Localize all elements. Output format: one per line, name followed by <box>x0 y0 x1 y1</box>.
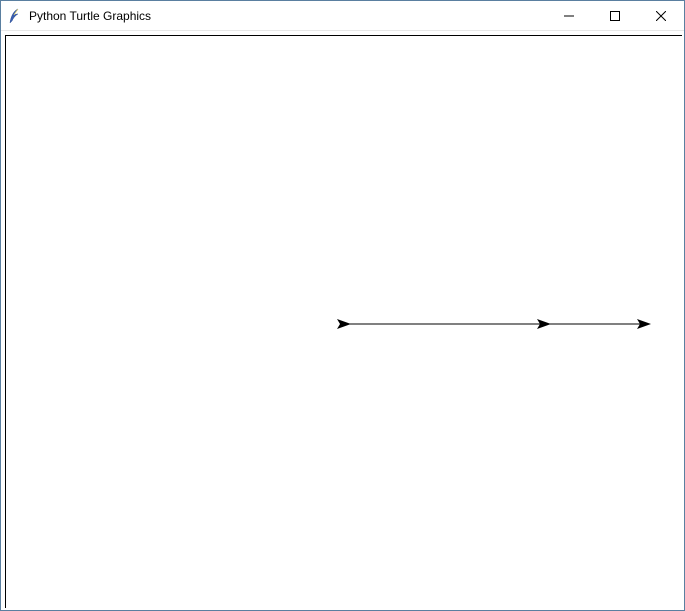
window-title: Python Turtle Graphics <box>29 9 151 23</box>
canvas-area <box>5 35 682 608</box>
turtle-canvas <box>6 36 682 608</box>
minimize-button[interactable] <box>546 1 592 30</box>
minimize-icon <box>564 11 574 21</box>
app-window: Python Turtle Graphics <box>0 0 685 611</box>
titlebar[interactable]: Python Turtle Graphics <box>1 1 684 31</box>
feather-icon <box>7 8 23 24</box>
close-icon <box>656 11 666 21</box>
close-button[interactable] <box>638 1 684 30</box>
window-controls <box>546 1 684 30</box>
maximize-button[interactable] <box>592 1 638 30</box>
turtle-cursor <box>337 319 351 329</box>
maximize-icon <box>610 11 620 21</box>
